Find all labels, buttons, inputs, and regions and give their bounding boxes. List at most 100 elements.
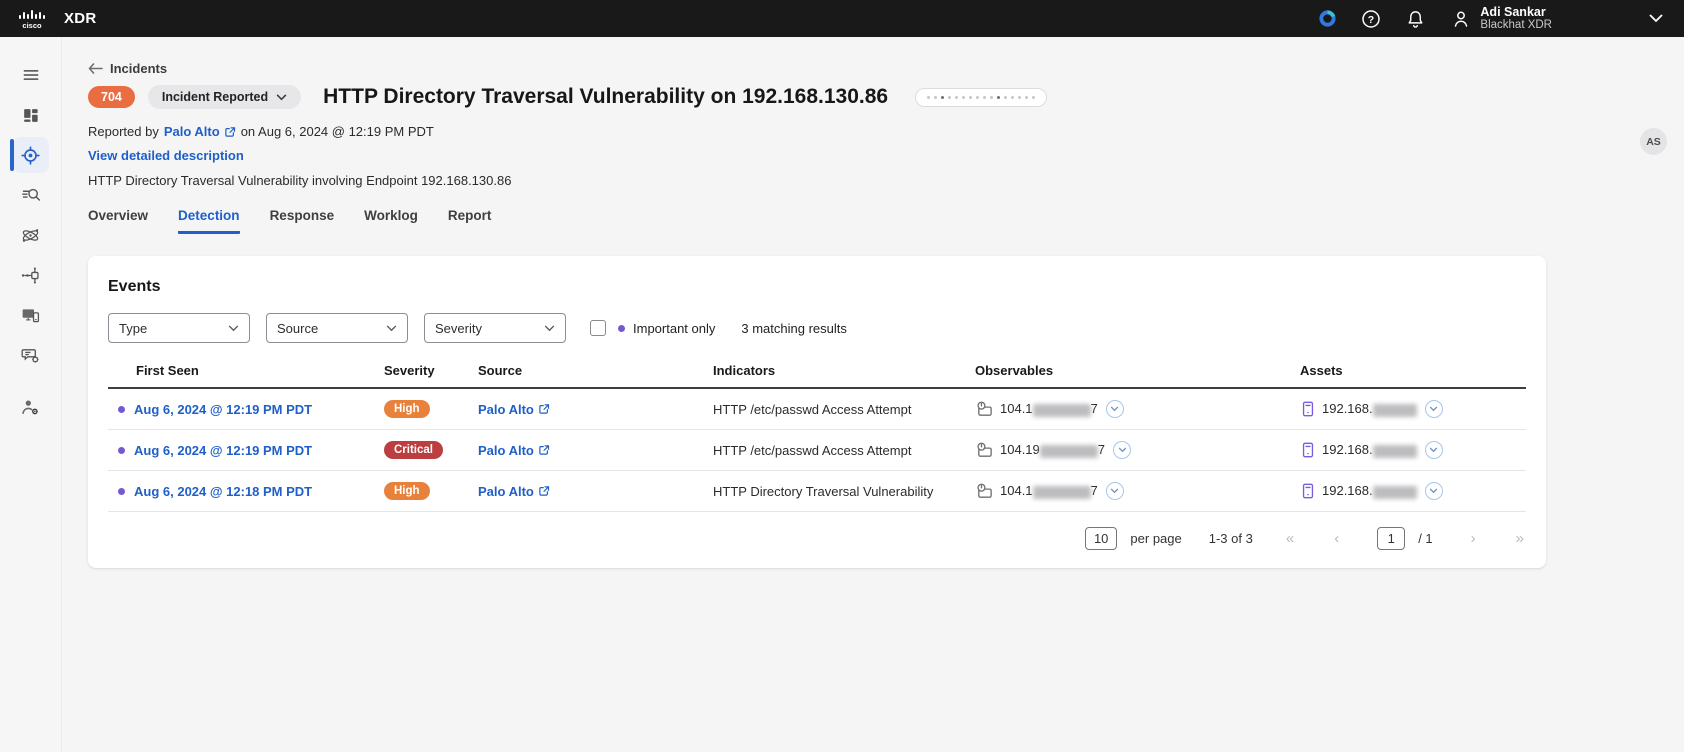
table-header-row: First Seen Severity Source Indicators Ob…	[108, 363, 1526, 389]
table-row: Aug 6, 2024 @ 12:19 PM PDT High Palo Alt…	[108, 389, 1526, 430]
incident-status-label: Incident Reported	[162, 90, 268, 104]
current-page-input[interactable]: 1	[1377, 527, 1405, 550]
per-page-select[interactable]: 10	[1085, 527, 1117, 550]
asset-value: 192.168.	[1322, 442, 1417, 457]
source-link[interactable]: Palo Alto	[478, 402, 550, 417]
prev-page-icon[interactable]: ‹	[1332, 530, 1341, 547]
first-seen-link[interactable]: Aug 6, 2024 @ 12:19 PM PDT	[134, 443, 312, 458]
page-title: HTTP Directory Traversal Vulnerability o…	[323, 85, 888, 109]
intelligence-atom-icon[interactable]	[0, 215, 62, 255]
product-name: XDR	[64, 10, 97, 27]
assets-devices-icon[interactable]	[0, 295, 62, 335]
bell-icon[interactable]	[1405, 9, 1425, 29]
tab-report[interactable]: Report	[448, 208, 492, 234]
incidents-target-icon[interactable]	[0, 135, 62, 175]
redacted-asset	[1373, 445, 1417, 458]
tab-response[interactable]: Response	[270, 208, 335, 234]
type-filter-select[interactable]: Type	[108, 313, 250, 343]
important-dot-icon	[118, 406, 125, 413]
observable-ip-icon	[975, 482, 994, 500]
timeline-dot	[934, 96, 937, 99]
timeline-dot	[1032, 96, 1035, 99]
tab-detection[interactable]: Detection	[178, 208, 240, 234]
table-row: Aug 6, 2024 @ 12:19 PM PDT Critical Palo…	[108, 430, 1526, 471]
first-page-icon[interactable]: «	[1284, 530, 1296, 547]
timeline-dot	[927, 96, 930, 99]
external-link-icon	[224, 126, 236, 138]
timeline-dot	[941, 96, 944, 99]
automation-workflow-icon[interactable]	[0, 255, 62, 295]
chevron-down-icon[interactable]	[1646, 9, 1666, 29]
table-row: Aug 6, 2024 @ 12:18 PM PDT High Palo Alt…	[108, 471, 1526, 512]
indicator-text: HTTP /etc/passwd Access Attempt	[713, 443, 975, 458]
administration-user-icon[interactable]	[0, 387, 62, 427]
observable-ip-icon	[975, 441, 994, 459]
timeline-dot	[962, 96, 965, 99]
pagination: 10 per page 1-3 of 3 « ‹ 1 / 1 › »	[108, 527, 1526, 550]
cisco-logo-icon: cisco	[18, 8, 52, 30]
incident-timeline-dots[interactable]	[915, 88, 1047, 107]
observable-value: 104.17	[1000, 401, 1098, 416]
events-table: First Seen Severity Source Indicators Ob…	[108, 363, 1526, 512]
help-icon[interactable]: ?	[1361, 9, 1381, 29]
important-only-checkbox[interactable]	[590, 320, 606, 336]
brand[interactable]: cisco XDR	[18, 8, 97, 30]
client-management-icon[interactable]	[0, 335, 62, 375]
col-observables: Observables	[975, 363, 1300, 378]
redacted-observable	[1040, 445, 1098, 458]
menu-icon[interactable]	[0, 55, 62, 95]
tab-worklog[interactable]: Worklog	[364, 208, 418, 234]
tab-overview[interactable]: Overview	[88, 208, 148, 234]
timeline-dot	[1011, 96, 1014, 99]
external-link-icon	[538, 403, 550, 415]
user-name: Adi Sankar	[1480, 5, 1552, 19]
timeline-dot	[948, 96, 951, 99]
filters-row: TypeSourceSeverity Important only 3 matc…	[108, 313, 1526, 343]
user-menu[interactable]: Adi Sankar Blackhat XDR	[1451, 5, 1552, 33]
severity-filter-select[interactable]: Severity	[424, 313, 566, 343]
timeline-dot	[1025, 96, 1028, 99]
incident-status-dropdown[interactable]: Incident Reported	[148, 85, 301, 109]
timeline-dot	[983, 96, 986, 99]
breadcrumb-back[interactable]: Incidents	[88, 61, 167, 76]
indicator-text: HTTP Directory Traversal Vulnerability	[713, 484, 975, 499]
view-description-link[interactable]: View detailed description	[88, 148, 244, 163]
asset-actions-dropdown[interactable]	[1425, 441, 1443, 459]
next-page-icon[interactable]: ›	[1469, 530, 1478, 547]
range-text: 1-3 of 3	[1209, 531, 1253, 546]
dashboard-icon[interactable]	[0, 95, 62, 135]
first-seen-link[interactable]: Aug 6, 2024 @ 12:18 PM PDT	[134, 484, 312, 499]
source-link[interactable]: Palo Alto	[478, 443, 550, 458]
source-link[interactable]: Palo Alto	[478, 484, 550, 499]
observable-actions-dropdown[interactable]	[1113, 441, 1131, 459]
events-card: Events TypeSourceSeverity Important only…	[88, 256, 1546, 568]
last-page-icon[interactable]: »	[1514, 530, 1526, 547]
redacted-asset	[1373, 404, 1417, 417]
left-nav	[0, 37, 62, 752]
reported-source-link[interactable]: Palo Alto	[164, 124, 236, 139]
observable-actions-dropdown[interactable]	[1106, 400, 1124, 418]
incident-id-badge: 704	[88, 86, 135, 108]
user-icon	[1451, 9, 1471, 29]
col-indicators: Indicators	[713, 363, 975, 378]
observable-actions-dropdown[interactable]	[1106, 482, 1124, 500]
assignee-avatar[interactable]: AS	[1640, 128, 1667, 155]
timeline-dot	[976, 96, 979, 99]
top-bar: cisco XDR ?	[0, 0, 1684, 37]
investigate-search-icon[interactable]	[0, 175, 62, 215]
observable-value: 104.17	[1000, 483, 1098, 498]
redacted-observable	[1033, 486, 1091, 499]
timeline-dot	[955, 96, 958, 99]
severity-badge: Critical	[384, 441, 443, 459]
first-seen-link[interactable]: Aug 6, 2024 @ 12:19 PM PDT	[134, 402, 312, 417]
timeline-dot	[997, 96, 1000, 99]
svg-text:cisco: cisco	[22, 21, 42, 30]
redacted-asset	[1373, 486, 1417, 499]
ring-chart-icon[interactable]	[1317, 9, 1337, 29]
source-filter-select[interactable]: Source	[266, 313, 408, 343]
severity-badge: High	[384, 400, 430, 418]
asset-actions-dropdown[interactable]	[1425, 400, 1443, 418]
important-dot-icon	[618, 325, 625, 332]
indicator-text: HTTP /etc/passwd Access Attempt	[713, 402, 975, 417]
asset-actions-dropdown[interactable]	[1425, 482, 1443, 500]
